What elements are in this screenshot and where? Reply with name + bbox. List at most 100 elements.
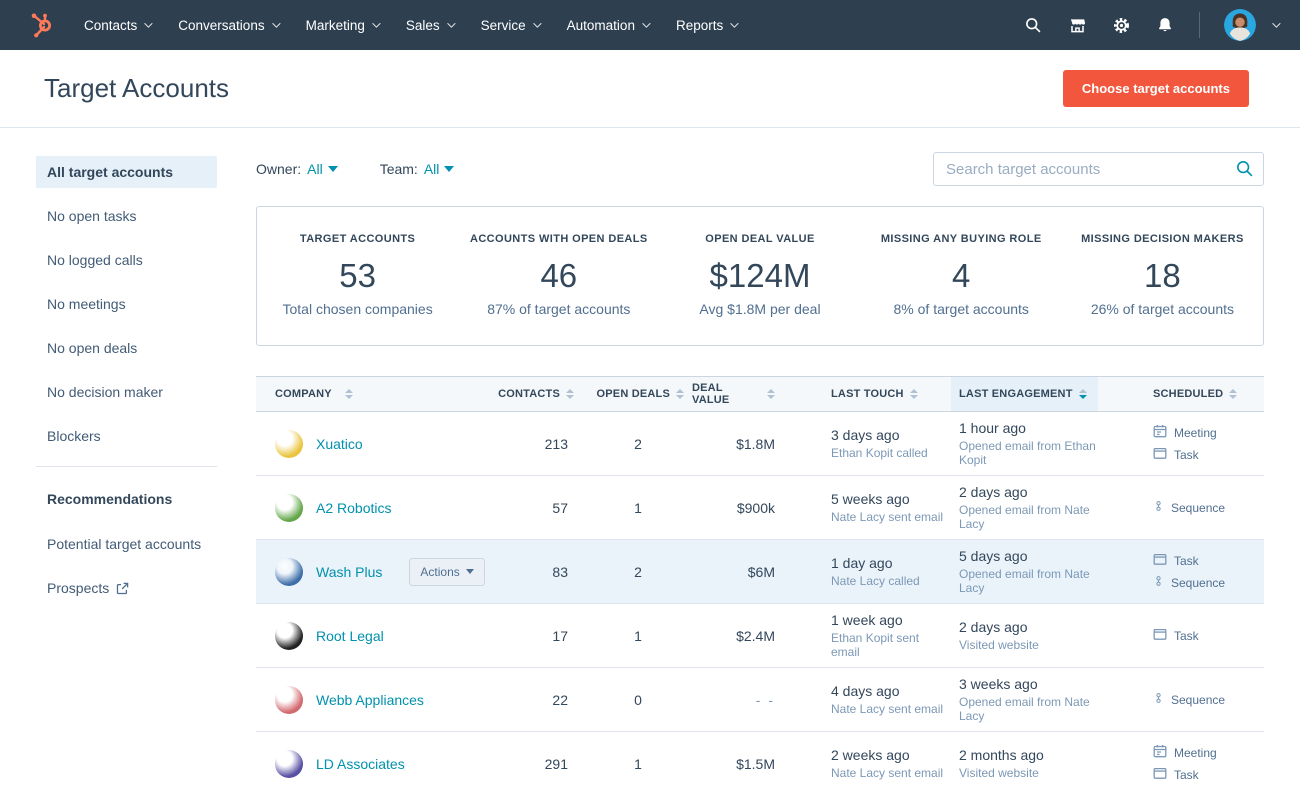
team-filter-dropdown[interactable]: All bbox=[424, 161, 455, 177]
column-header-deal-value[interactable]: DEAL VALUE bbox=[692, 377, 787, 411]
table-row-root-legal[interactable]: Root Legal 17 1 $2.4M 1 week ago Ethan K… bbox=[256, 604, 1264, 668]
company-link[interactable]: A2 Robotics bbox=[316, 500, 391, 516]
last-engagement-detail: Visited website bbox=[959, 638, 1039, 652]
nav-item-sales[interactable]: Sales bbox=[406, 18, 453, 33]
page-header: Target Accounts Choose target accounts bbox=[0, 50, 1300, 128]
last-engagement-detail: Opened email from Nate Lacy bbox=[959, 567, 1098, 595]
scheduled-label: Task bbox=[1174, 554, 1199, 568]
scheduled-task: Task bbox=[1153, 446, 1217, 463]
user-avatar[interactable] bbox=[1224, 9, 1256, 41]
scheduled-label: Meeting bbox=[1174, 746, 1217, 760]
settings-icon[interactable] bbox=[1111, 15, 1131, 35]
notifications-icon[interactable] bbox=[1155, 15, 1175, 35]
choose-target-accounts-button[interactable]: Choose target accounts bbox=[1063, 70, 1249, 107]
last-touch-detail: Nate Lacy sent email bbox=[831, 766, 943, 780]
search-input[interactable] bbox=[933, 152, 1264, 186]
sidebar-item-no-open-deals[interactable]: No open deals bbox=[36, 332, 217, 364]
hubspot-logo-icon[interactable] bbox=[26, 10, 56, 40]
deal-value-cell: $1.8M bbox=[692, 412, 787, 475]
sort-caret-icon bbox=[345, 389, 353, 399]
company-link[interactable]: Root Legal bbox=[316, 628, 384, 644]
last-engagement-detail: Visited website bbox=[959, 766, 1044, 780]
last-engagement-detail: Opened email from Ethan Kopit bbox=[959, 439, 1098, 467]
stat-open-deal-value: OPEN DEAL VALUE $124M Avg $1.8M per deal bbox=[659, 233, 860, 317]
sidebar-item-no-decision-maker[interactable]: No decision maker bbox=[36, 376, 217, 408]
last-touch-detail: Nate Lacy sent email bbox=[831, 702, 943, 716]
scheduled-label: Sequence bbox=[1171, 693, 1225, 707]
column-header-last-touch[interactable]: LAST TOUCH bbox=[787, 377, 951, 411]
sidebar-item-potential-target-accounts[interactable]: Potential target accounts bbox=[36, 528, 217, 560]
table-row-webb-appliances[interactable]: Webb Appliances 22 0 - - 4 days ago Nate… bbox=[256, 668, 1264, 732]
last-engagement-cell: 5 days ago Opened email from Nate Lacy bbox=[951, 540, 1098, 603]
scheduled-sequence: Sequence bbox=[1153, 574, 1225, 591]
scheduled-sequence: Sequence bbox=[1153, 691, 1225, 708]
sidebar-item-all-target-accounts[interactable]: All target accounts bbox=[36, 156, 217, 188]
column-header-contacts[interactable]: CONTACTS bbox=[506, 377, 584, 411]
owner-caret-icon bbox=[328, 166, 338, 172]
scheduled-label: Sequence bbox=[1171, 501, 1225, 515]
search-icon[interactable] bbox=[1023, 15, 1043, 35]
task-icon bbox=[1153, 446, 1167, 463]
chevron-down-icon bbox=[730, 19, 738, 27]
nav-item-label: Service bbox=[481, 18, 526, 33]
sort-caret-icon bbox=[767, 389, 775, 399]
column-header-scheduled[interactable]: SCHEDULED bbox=[1098, 377, 1264, 411]
last-touch-time: 3 days ago bbox=[831, 427, 928, 443]
scheduled-label: Task bbox=[1174, 629, 1199, 643]
nav-item-reports[interactable]: Reports bbox=[676, 18, 736, 33]
column-header-open-deals[interactable]: OPEN DEALS bbox=[584, 377, 692, 411]
sidebar-item-no-logged-calls[interactable]: No logged calls bbox=[36, 244, 217, 276]
open-deals-cell: 2 bbox=[584, 540, 692, 603]
company-link[interactable]: Xuatico bbox=[316, 436, 363, 452]
last-touch-detail: Nate Lacy called bbox=[831, 574, 920, 588]
marketplace-icon[interactable] bbox=[1067, 15, 1087, 35]
sidebar-item-no-open-tasks[interactable]: No open tasks bbox=[36, 200, 217, 232]
nav-item-automation[interactable]: Automation bbox=[567, 18, 648, 33]
stat-label: OPEN DEAL VALUE bbox=[659, 233, 860, 245]
last-touch-cell: 1 week ago Ethan Kopit sent email bbox=[787, 604, 951, 667]
column-label: DEAL VALUE bbox=[692, 382, 761, 406]
stat-missing-decision-makers: MISSING DECISION MAKERS 18 26% of target… bbox=[1062, 233, 1263, 317]
scheduled-task: Task bbox=[1153, 552, 1225, 569]
nav-item-conversations[interactable]: Conversations bbox=[178, 18, 277, 33]
table-row-a2-robotics[interactable]: A2 Robotics 57 1 $900k 5 weeks ago Nate … bbox=[256, 476, 1264, 540]
company-cell: Wash Plus Actions bbox=[256, 540, 506, 603]
open-deals-cell: 1 bbox=[584, 732, 692, 791]
nav-item-service[interactable]: Service bbox=[481, 18, 539, 33]
table-row-xuatico[interactable]: Xuatico 213 2 $1.8M 3 days ago Ethan Kop… bbox=[256, 412, 1264, 476]
table-row-wash-plus[interactable]: Wash Plus Actions 83 2 $6M 1 day ago Nat… bbox=[256, 540, 1264, 604]
owner-filter-dropdown[interactable]: All bbox=[307, 161, 338, 177]
deal-value-cell: $1.5M bbox=[692, 732, 787, 791]
last-touch-time: 2 weeks ago bbox=[831, 747, 943, 763]
account-chevron-down-icon[interactable] bbox=[1272, 19, 1280, 27]
nav-item-marketing[interactable]: Marketing bbox=[306, 18, 378, 33]
nav-menu: Contacts Conversations Marketing Sales Servi… bbox=[84, 18, 1023, 33]
search-icon[interactable] bbox=[1235, 159, 1254, 183]
column-label: CONTACTS bbox=[498, 388, 560, 400]
company-link[interactable]: Webb Appliances bbox=[316, 692, 424, 708]
stats-summary-card: TARGET ACCOUNTS 53 Total chosen companie… bbox=[256, 206, 1264, 346]
nav-item-contacts[interactable]: Contacts bbox=[84, 18, 150, 33]
scheduled-cell: MeetingTask bbox=[1098, 412, 1264, 475]
filters-row: Owner: All Team: All bbox=[256, 152, 1264, 186]
contacts-cell: 57 bbox=[506, 476, 584, 539]
scheduled-sequence: Sequence bbox=[1153, 499, 1225, 516]
company-logo bbox=[275, 686, 303, 714]
column-header-last-engagement[interactable]: LAST ENGAGEMENT bbox=[951, 377, 1098, 411]
nav-item-label: Contacts bbox=[84, 18, 137, 33]
last-engagement-detail: Opened email from Nate Lacy bbox=[959, 503, 1098, 531]
column-header-company[interactable]: COMPANY bbox=[256, 377, 506, 411]
sidebar-item-blockers[interactable]: Blockers bbox=[36, 420, 217, 452]
team-filter: Team: All bbox=[380, 161, 455, 177]
last-touch-detail: Ethan Kopit sent email bbox=[831, 631, 951, 659]
company-link[interactable]: Wash Plus bbox=[316, 564, 382, 580]
table-row-ld-associates[interactable]: LD Associates 291 1 $1.5M 2 weeks ago Na… bbox=[256, 732, 1264, 791]
company-link[interactable]: LD Associates bbox=[316, 756, 405, 772]
stat-value: 4 bbox=[861, 257, 1062, 295]
stat-sublabel: 26% of target accounts bbox=[1062, 301, 1263, 317]
last-engagement-time: 2 days ago bbox=[959, 619, 1039, 635]
sidebar-item-prospects[interactable]: Prospects bbox=[36, 572, 217, 606]
actions-button[interactable]: Actions bbox=[409, 558, 484, 586]
sidebar-item-no-meetings[interactable]: No meetings bbox=[36, 288, 217, 320]
company-cell: Webb Appliances bbox=[256, 668, 506, 731]
